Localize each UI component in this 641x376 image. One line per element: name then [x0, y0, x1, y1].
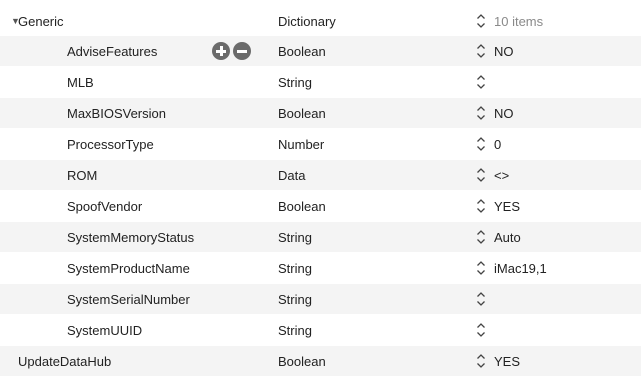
- property-type[interactable]: Boolean: [278, 106, 326, 121]
- property-key[interactable]: SystemProductName: [67, 261, 190, 276]
- property-type[interactable]: String: [278, 323, 312, 338]
- up-down-stepper-icon[interactable]: [476, 354, 486, 368]
- property-type[interactable]: Number: [278, 137, 324, 152]
- up-down-stepper-icon[interactable]: [476, 14, 486, 28]
- property-value[interactable]: YES: [494, 199, 520, 214]
- property-row-processortype[interactable]: ProcessorType Number 0: [0, 129, 641, 159]
- up-down-stepper-icon[interactable]: [476, 199, 486, 213]
- property-key[interactable]: SystemSerialNumber: [67, 292, 190, 307]
- property-value[interactable]: iMac19,1: [494, 261, 547, 276]
- property-value[interactable]: Auto: [494, 230, 521, 245]
- property-key[interactable]: SystemMemoryStatus: [67, 230, 194, 245]
- property-value[interactable]: 0: [494, 137, 501, 152]
- property-type[interactable]: Data: [278, 168, 305, 183]
- property-row-systemserialnumber[interactable]: SystemSerialNumber String: [0, 284, 641, 314]
- property-row-generic[interactable]: ▼ Generic Dictionary 10 items: [0, 6, 641, 36]
- property-row-spoofvendor[interactable]: SpoofVendor Boolean YES: [0, 191, 641, 221]
- property-type[interactable]: Boolean: [278, 44, 326, 59]
- property-row-maxbiosversion[interactable]: MaxBIOSVersion Boolean NO: [0, 98, 641, 128]
- property-type[interactable]: String: [278, 261, 312, 276]
- property-type[interactable]: Dictionary: [278, 14, 336, 29]
- property-row-systemproductname[interactable]: SystemProductName String iMac19,1: [0, 253, 641, 283]
- up-down-stepper-icon[interactable]: [476, 106, 486, 120]
- property-row-systemmemorystatus[interactable]: SystemMemoryStatus String Auto: [0, 222, 641, 252]
- property-key[interactable]: MLB: [67, 75, 94, 90]
- property-type[interactable]: Boolean: [278, 199, 326, 214]
- property-list-editor: ▼ Generic Dictionary 10 items AdviseFeat…: [0, 0, 641, 376]
- property-row-systemuuid[interactable]: SystemUUID String: [0, 315, 641, 345]
- property-value[interactable]: YES: [494, 354, 520, 369]
- property-row-updatedatahub[interactable]: UpdateDataHub Boolean YES: [0, 346, 641, 376]
- property-value[interactable]: <>: [494, 168, 509, 183]
- property-row-mlb[interactable]: MLB String: [0, 67, 641, 97]
- up-down-stepper-icon[interactable]: [476, 261, 486, 275]
- property-key[interactable]: SystemUUID: [67, 323, 142, 338]
- row-action-buttons: [212, 42, 251, 60]
- property-key[interactable]: MaxBIOSVersion: [67, 106, 166, 121]
- plus-circle-icon[interactable]: [212, 42, 230, 60]
- property-key[interactable]: UpdateDataHub: [18, 354, 111, 369]
- property-key[interactable]: ProcessorType: [67, 137, 154, 152]
- up-down-stepper-icon[interactable]: [476, 323, 486, 337]
- property-key[interactable]: Generic: [18, 14, 64, 29]
- property-key[interactable]: ROM: [67, 168, 97, 183]
- property-type[interactable]: String: [278, 75, 312, 90]
- property-type[interactable]: Boolean: [278, 354, 326, 369]
- up-down-stepper-icon[interactable]: [476, 75, 486, 89]
- up-down-stepper-icon[interactable]: [476, 168, 486, 182]
- up-down-stepper-icon[interactable]: [476, 292, 486, 306]
- property-key[interactable]: SpoofVendor: [67, 199, 142, 214]
- property-type[interactable]: String: [278, 230, 312, 245]
- property-value[interactable]: NO: [494, 106, 514, 121]
- property-row-advisefeatures[interactable]: AdviseFeatures Boolean NO: [0, 36, 641, 66]
- property-key[interactable]: AdviseFeatures: [67, 44, 157, 59]
- property-value[interactable]: NO: [494, 44, 514, 59]
- up-down-stepper-icon[interactable]: [476, 230, 486, 244]
- property-value[interactable]: 10 items: [494, 14, 543, 29]
- minus-circle-icon[interactable]: [233, 42, 251, 60]
- property-row-rom[interactable]: ROM Data <>: [0, 160, 641, 190]
- up-down-stepper-icon[interactable]: [476, 137, 486, 151]
- up-down-stepper-icon[interactable]: [476, 44, 486, 58]
- property-type[interactable]: String: [278, 292, 312, 307]
